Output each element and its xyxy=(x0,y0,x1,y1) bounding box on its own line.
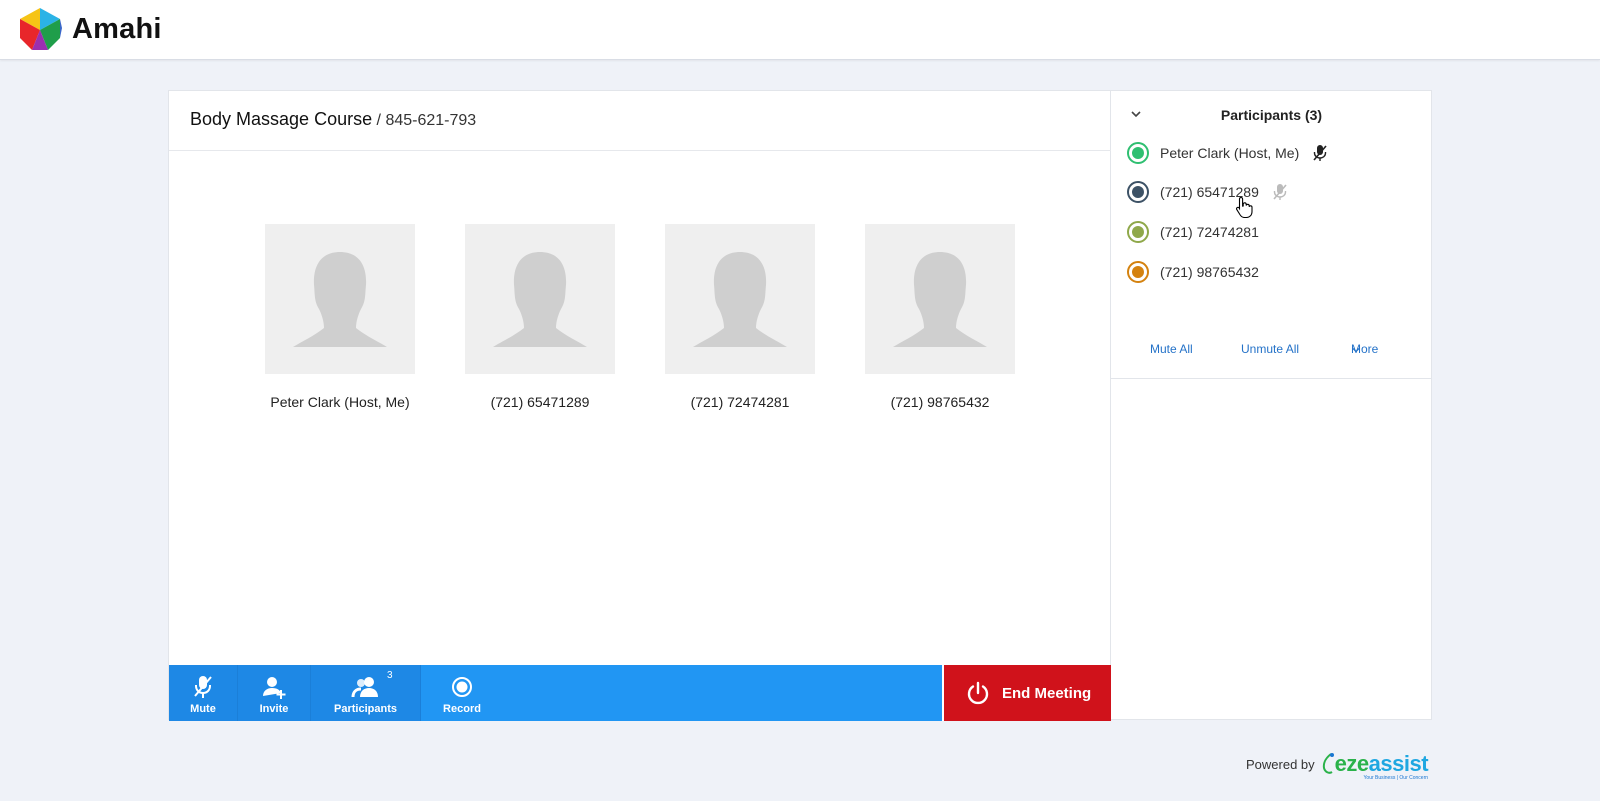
meeting-card: Body Massage Course / 845-621-793 Peter … xyxy=(168,90,1432,721)
meeting-id: 845-621-793 xyxy=(385,112,477,129)
participants-icon: 3 xyxy=(351,670,393,700)
hand-cursor-icon xyxy=(1235,196,1253,218)
participant-row[interactable]: Peter Clark (Host, Me) xyxy=(1127,141,1329,165)
participants-label: Participants xyxy=(334,703,397,715)
more-label: More xyxy=(1351,342,1379,356)
person-silhouette-icon xyxy=(293,252,387,347)
participants-button[interactable]: 3 Participants xyxy=(311,665,420,721)
unmute-all-link[interactable]: Unmute All xyxy=(1241,342,1299,356)
participant-tile[interactable]: (721) 65471289 xyxy=(465,224,615,410)
avatar-placeholder xyxy=(665,224,815,374)
avatar-placeholder xyxy=(865,224,1015,374)
app-name: Amahi xyxy=(72,12,162,45)
participant-row[interactable]: (721) 72474281 xyxy=(1127,220,1259,244)
mic-muted-icon[interactable] xyxy=(1311,144,1329,162)
more-menu[interactable]: More xyxy=(1351,342,1378,356)
participant-actions: Mute All Unmute All More xyxy=(1111,342,1432,366)
participant-name: Peter Clark (Host, Me) xyxy=(1160,145,1300,161)
meeting-main: Body Massage Course / 845-621-793 Peter … xyxy=(169,91,1111,721)
invite-button[interactable]: Invite xyxy=(238,665,310,721)
person-silhouette-icon xyxy=(493,252,587,347)
add-user-icon xyxy=(261,674,287,700)
status-indicator xyxy=(1127,221,1149,243)
status-indicator xyxy=(1127,261,1149,283)
participant-tile[interactable]: Peter Clark (Host, Me) xyxy=(265,224,415,410)
participant-tile[interactable]: (721) 72474281 xyxy=(665,224,815,410)
record-label: Record xyxy=(443,703,481,715)
meeting-separator: / xyxy=(372,112,386,129)
avatar-placeholder xyxy=(465,224,615,374)
meeting-toolbar: Mute Invite 3 Participants Record xyxy=(169,665,942,721)
status-indicator xyxy=(1127,142,1149,164)
mic-muted-icon xyxy=(191,674,215,700)
status-indicator xyxy=(1127,181,1149,203)
power-icon xyxy=(967,681,989,705)
person-silhouette-icon xyxy=(693,252,787,347)
title-divider xyxy=(169,150,1111,151)
ezeassist-logo[interactable]: ezeassist Your Business | Our Concern xyxy=(1321,750,1429,781)
mute-button[interactable]: Mute xyxy=(169,665,237,721)
invite-label: Invite xyxy=(259,703,289,715)
app-logo[interactable]: Amahi xyxy=(18,6,162,52)
participant-row[interactable]: (721) 98765432 xyxy=(1127,260,1259,284)
participants-panel-title: Participants (3) xyxy=(1220,107,1323,123)
participant-name: (721) 98765432 xyxy=(1160,264,1259,280)
participants-panel: Participants (3) Peter Clark (Host, Me) … xyxy=(1111,91,1432,721)
meeting-name: Body Massage Course xyxy=(190,109,373,129)
tile-name: (721) 65471289 xyxy=(490,394,590,410)
mute-all-link[interactable]: Mute All xyxy=(1150,342,1193,356)
amahi-logo-icon xyxy=(20,8,62,50)
top-bar: Amahi xyxy=(0,0,1600,60)
brand-part-a: eze xyxy=(1334,751,1369,776)
end-meeting-button[interactable]: End Meeting xyxy=(942,665,1111,721)
meeting-title: Body Massage Course / 845-621-793 xyxy=(190,109,476,130)
mute-label: Mute xyxy=(190,703,216,715)
powered-by-label: Powered by xyxy=(1246,756,1315,772)
participants-count-badge: 3 xyxy=(386,670,393,681)
tile-name: (721) 98765432 xyxy=(890,394,990,410)
end-meeting-label: End Meeting xyxy=(1002,684,1092,702)
record-button[interactable]: Record xyxy=(421,665,503,721)
participant-row[interactable]: (721) 65471289 xyxy=(1127,180,1289,204)
mic-muted-icon[interactable] xyxy=(1271,183,1289,201)
panel-divider xyxy=(1111,378,1432,379)
ezeassist-logo-icon xyxy=(1322,753,1334,774)
brand-tagline: Your Business | Our Concern xyxy=(1363,775,1429,781)
record-icon xyxy=(451,674,473,700)
person-silhouette-icon xyxy=(893,252,987,347)
avatar-placeholder xyxy=(265,224,415,374)
brand-part-b: assist xyxy=(1368,751,1429,776)
tile-name: (721) 72474281 xyxy=(690,394,790,410)
participant-name: (721) 72474281 xyxy=(1160,224,1259,240)
participant-tile[interactable]: (721) 98765432 xyxy=(865,224,1015,410)
participants-panel-header: Participants (3) xyxy=(1111,91,1432,137)
tile-name: Peter Clark (Host, Me) xyxy=(270,394,410,410)
powered-by: Powered by ezeassist Your Business | Our… xyxy=(1246,750,1429,781)
